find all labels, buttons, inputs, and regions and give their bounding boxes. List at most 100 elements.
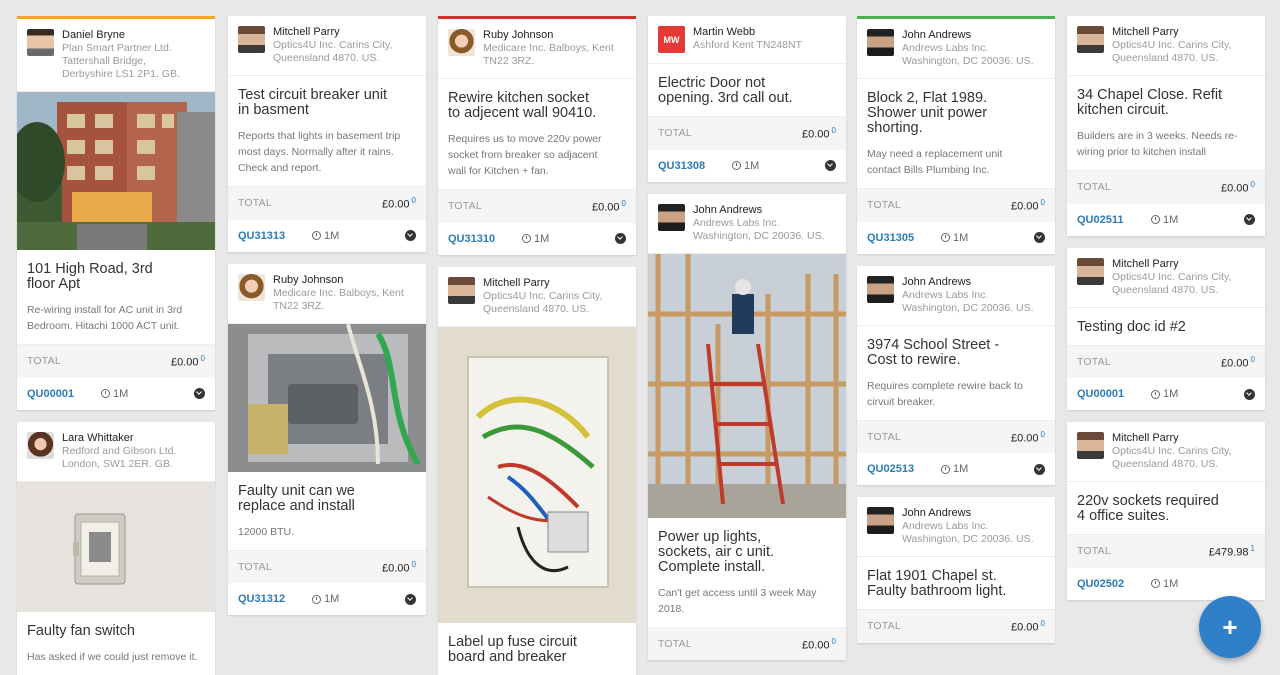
job-title-line: Power up lights,: [658, 528, 762, 545]
age-value: 1M: [1163, 577, 1179, 590]
quote-card[interactable]: Lara Whittaker Redford and Gibson Ltd. L…: [17, 421, 215, 675]
quote-reference-link[interactable]: QU02511: [1077, 214, 1151, 226]
customer-name: Mitchell Parry: [1112, 26, 1179, 38]
board-column: Mitchell Parry Optics4U Inc. Carins City…: [1067, 16, 1265, 600]
quote-reference-link[interactable]: QU02502: [1077, 578, 1151, 590]
quote-card[interactable]: John Andrews Andrews Labs Inc. Washingto…: [857, 265, 1055, 485]
job-title-line: 101 High Road, 3rd: [27, 261, 153, 277]
card-header: John Andrews Andrews Labs Inc. Washingto…: [857, 19, 1055, 79]
job-photo: [17, 92, 215, 250]
add-quote-button[interactable]: +: [1199, 596, 1261, 658]
customer-address-line: Optics4U Inc. Carins City,: [1112, 445, 1232, 457]
quote-reference-link[interactable]: QU31310: [448, 233, 522, 245]
clock-icon: [732, 161, 741, 170]
card-header: Mitchell Parry Optics4U Inc. Carins City…: [1067, 16, 1265, 76]
customer-name: Martin Webb: [693, 26, 756, 38]
total-row: TOTAL £0.00 0: [857, 419, 1055, 453]
card-footer: QU31313 1M: [228, 220, 426, 252]
job-title-line: Faulty unit can we: [238, 482, 355, 499]
chevron-down-icon[interactable]: [1034, 232, 1045, 243]
card-header: John Andrews Andrews Labs Inc. Washingto…: [648, 194, 846, 254]
job-title-line: Faulty bathroom light.: [867, 583, 1007, 599]
chevron-down-icon[interactable]: [1244, 214, 1255, 225]
job-title-line: 3974 School Street -: [867, 336, 1000, 353]
quote-reference-link[interactable]: QU02513: [867, 463, 941, 475]
board-column: Ruby Johnson Medicare Inc. Balboys, Kent…: [438, 16, 636, 675]
quote-card[interactable]: Ruby Johnson Medicare Inc. Balboys, Kent…: [228, 263, 426, 615]
customer-address-line: Andrews Labs Inc.: [902, 520, 989, 532]
quote-card[interactable]: Mitchell Parry Optics4U Inc. Carins City…: [1067, 247, 1265, 410]
age-value: 1M: [324, 229, 340, 242]
quote-card[interactable]: Mitchell Parry Optics4U Inc. Carins City…: [1067, 422, 1265, 600]
quote-board: Daniel Bryne Plan Smart Partner Ltd. Tat…: [0, 0, 1280, 675]
customer-address-line: Medicare Inc. Balboys, Kent: [483, 42, 614, 54]
quote-card[interactable]: Mitchell Parry Optics4U Inc. Carins City…: [438, 266, 636, 675]
job-description-line: most days. Normally after it rains.: [238, 146, 394, 158]
avatar: [238, 26, 265, 53]
total-label: TOTAL: [1077, 355, 1111, 368]
job-title-line: replace and install: [238, 497, 355, 514]
chevron-down-icon[interactable]: [405, 593, 416, 605]
quote-card[interactable]: Mitchell Parry Optics4U Inc. Carins City…: [228, 16, 426, 252]
quote-card[interactable]: Ruby Johnson Medicare Inc. Balboys, Kent…: [438, 16, 636, 255]
card-footer: QU02511 1M: [1067, 204, 1265, 236]
job-title-line: sockets, air c unit.: [658, 543, 775, 560]
board-column: John Andrews Andrews Labs Inc. Washingto…: [857, 16, 1055, 643]
board-column: Mitchell Parry Optics4U Inc. Carins City…: [228, 16, 426, 615]
card-header: John Andrews Andrews Labs Inc. Washingto…: [857, 266, 1055, 326]
total-row: TOTAL £0.00 0: [1067, 344, 1265, 378]
total-row: TOTAL £0.00 0: [648, 116, 846, 150]
job-description-line: Requires complete rewire back to: [867, 379, 1023, 392]
chevron-down-icon[interactable]: [1244, 388, 1255, 400]
quote-card[interactable]: John Andrews Andrews Labs Inc. Washingto…: [648, 193, 846, 660]
quote-reference-link[interactable]: QU31305: [867, 232, 941, 244]
customer-name: Daniel Bryne: [62, 29, 125, 41]
quote-card[interactable]: John Andrews Andrews Labs Inc. Washingto…: [857, 16, 1055, 254]
card-header: John Andrews Andrews Labs Inc. Washingto…: [857, 497, 1055, 557]
quote-reference-link[interactable]: QU31312: [238, 593, 312, 605]
total-amount: £0.00: [1011, 432, 1039, 444]
age-value: 1M: [744, 159, 760, 172]
avatar: [1077, 257, 1104, 285]
chevron-down-icon[interactable]: [1034, 463, 1045, 475]
quote-reference-link[interactable]: QU00001: [1077, 388, 1151, 400]
quote-reference-link[interactable]: QU00001: [27, 388, 101, 400]
quote-card[interactable]: Daniel Bryne Plan Smart Partner Ltd. Tat…: [17, 16, 215, 410]
total-row: TOTAL £0.00 0: [857, 609, 1055, 643]
card-header: Mitchell Parry Optics4U Inc. Carins City…: [228, 16, 426, 76]
job-photo: [228, 323, 426, 472]
quote-reference-link[interactable]: QU31308: [658, 160, 732, 172]
age-indicator: 1M: [732, 160, 759, 172]
total-row: TOTAL £0.00 0: [17, 344, 215, 378]
total-row: TOTAL £0.00 0: [857, 188, 1055, 222]
item-count: 0: [1250, 180, 1255, 189]
age-value: 1M: [534, 232, 550, 245]
job-title-line: floor Apt: [27, 276, 81, 292]
quote-card[interactable]: MW Martin Webb Ashford Kent TN248NT Elec…: [648, 16, 846, 182]
customer-address-line: Andrews Labs Inc.: [902, 42, 989, 54]
total-amount: £0.00: [802, 639, 830, 651]
chevron-down-icon[interactable]: [194, 388, 205, 399]
chevron-down-icon[interactable]: [825, 160, 836, 171]
card-footer: QU02513 1M: [857, 453, 1055, 485]
total-row: TOTAL £0.00 0: [1067, 170, 1265, 204]
customer-address-line: Tattershall Bridge,: [62, 55, 147, 67]
avatar: [238, 273, 265, 301]
quote-card[interactable]: Mitchell Parry Optics4U Inc. Carins City…: [1067, 16, 1265, 236]
total-row: TOTAL £0.00 0: [648, 626, 846, 660]
job-title-line: Label up fuse circuit: [448, 633, 577, 650]
job-title-line: board and breaker: [448, 648, 567, 665]
quote-card[interactable]: John Andrews Andrews Labs Inc. Washingto…: [857, 497, 1055, 643]
customer-address-line: Optics4U Inc. Carins City,: [1112, 39, 1232, 51]
clock-icon: [101, 389, 110, 398]
chevron-down-icon[interactable]: [405, 230, 416, 241]
clock-icon: [941, 464, 950, 474]
avatar: [658, 203, 685, 231]
total-amount: £0.00: [1221, 182, 1249, 195]
quote-reference-link[interactable]: QU31313: [238, 230, 312, 242]
customer-address-line: Queensland 4870. US.: [1112, 458, 1219, 470]
customer-address-line: Medicare Inc. Balboys, Kent: [273, 286, 404, 299]
chevron-down-icon[interactable]: [615, 233, 626, 244]
item-count: 0: [411, 559, 416, 569]
total-row: TOTAL £0.00 0: [228, 549, 426, 583]
